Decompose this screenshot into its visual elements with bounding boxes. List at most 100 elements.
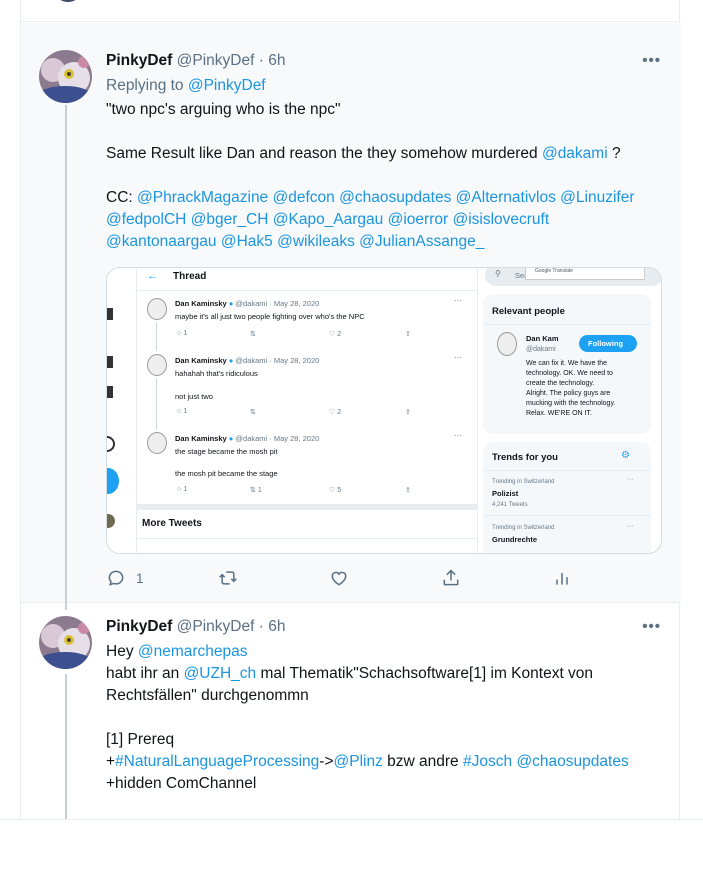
hashtag-link[interactable]: #NaturalLanguageProcessing xyxy=(115,753,319,770)
cc-line: @fedpolCH @bger_CH @Kapo_Aargau @ioerror… xyxy=(106,209,666,231)
analytics-button[interactable] xyxy=(552,568,572,588)
mini-share-icon: ⇪ xyxy=(405,487,411,494)
timestamp[interactable]: 6h xyxy=(268,52,285,69)
mini-thread-title: Thread xyxy=(173,271,207,282)
text-line: Same Result like Dan and reason the they… xyxy=(106,143,666,165)
mini-more-icon: ··· xyxy=(454,353,462,362)
mention-link[interactable]: @defcon xyxy=(273,189,335,206)
attached-image[interactable]: ← Thread Dan Kaminsky ● @dakami · May 28… xyxy=(106,267,662,554)
mini-divider xyxy=(137,290,477,291)
retweet-button[interactable] xyxy=(218,568,238,588)
reply-target-link[interactable]: @PinkyDef xyxy=(188,77,266,94)
mini-author: Dan Kaminsky xyxy=(175,356,227,365)
mini-author: Dan Kaminsky xyxy=(175,434,227,443)
thread-connector xyxy=(65,674,67,820)
text-line: +hidden ComChannel xyxy=(106,775,257,792)
tweet-text: "two npc's arguing who is the npc" Same … xyxy=(106,99,666,253)
tweet-reply-1[interactable]: PinkyDef @PinkyDef · 6h ••• Replying to … xyxy=(21,23,681,603)
mini-avatar xyxy=(107,514,115,528)
mini-text: the stage became the mosh pit xyxy=(175,447,278,456)
reply-icon xyxy=(106,568,126,588)
mini-bio-line: mucking with the technology. xyxy=(526,400,616,407)
mini-handle: @dakami · May 28, 2020 xyxy=(235,299,320,308)
reply-context: Replying to @PinkyDef xyxy=(106,75,666,97)
mini-text: hahahah that's ridiculous xyxy=(175,369,258,378)
reply-button[interactable]: 1 xyxy=(106,568,144,588)
text-segment: bzw andre xyxy=(382,753,463,770)
avatar[interactable] xyxy=(39,50,92,103)
cc-line: @kantonaargau @Hak5 @wikileaks @JulianAs… xyxy=(106,231,666,253)
author-handle[interactable]: @PinkyDef xyxy=(177,618,255,635)
mini-text: maybe it's all just two people fighting … xyxy=(175,312,365,321)
mini-trend-count: 4,241 Tweets xyxy=(492,502,528,508)
mention-link[interactable]: @bger_CH xyxy=(191,211,269,228)
mention-link[interactable]: @wikileaks xyxy=(277,233,355,250)
mention-link[interactable]: @chaosupdates xyxy=(516,753,628,770)
mini-more-icon: ··· xyxy=(627,476,634,483)
share-button[interactable] xyxy=(441,568,461,588)
mini-trend-context: Trending in Switzerland xyxy=(492,479,555,485)
more-icon[interactable]: ••• xyxy=(642,52,661,69)
previous-tweet-stub[interactable] xyxy=(21,0,681,22)
mini-search-icon: ⚲ xyxy=(495,269,501,278)
mention-link[interactable]: @Alternativlos xyxy=(456,189,556,206)
more-icon[interactable]: ••• xyxy=(642,618,661,635)
text-segment: + xyxy=(106,753,116,770)
mention-link[interactable]: @nemarchepas xyxy=(138,643,248,660)
mention-link[interactable]: @UZH_ch xyxy=(184,665,257,682)
mention-link[interactable]: @fedpolCH xyxy=(106,211,186,228)
author-name[interactable]: PinkyDef xyxy=(106,618,172,635)
mini-divider xyxy=(137,538,477,539)
like-button[interactable] xyxy=(329,568,349,588)
mini-divider xyxy=(483,470,651,471)
mention-link[interactable]: @Kapo_Aargau xyxy=(273,211,384,228)
text-segment: Hey xyxy=(106,643,138,660)
mention-link[interactable]: @Hak5 xyxy=(221,233,273,250)
mention-link[interactable]: @ioerror xyxy=(388,211,449,228)
mini-retweet-icon: ⇅ xyxy=(250,331,256,338)
timestamp[interactable]: 6h xyxy=(268,618,285,635)
separator-dot: · xyxy=(254,52,269,69)
mini-like-row: ♡ 2 xyxy=(329,331,342,338)
mini-bio-line: technology. OK. We need to xyxy=(526,370,613,377)
mini-action-row: ⇅ 1 xyxy=(250,487,262,494)
author-handle[interactable]: @PinkyDef xyxy=(177,52,255,69)
mini-retweet-count: 1 xyxy=(257,487,262,494)
cc-label: CC: xyxy=(106,189,137,206)
mention-link[interactable]: @dakami xyxy=(542,145,608,162)
mention-link[interactable]: @Plinz xyxy=(334,753,383,770)
mini-bio-line: Relax. WE'RE ON IT. xyxy=(526,410,592,417)
tweet-action-bar: 1 xyxy=(106,568,586,592)
page-divider xyxy=(0,819,703,820)
mini-separator xyxy=(137,504,477,510)
tweet-reply-2[interactable]: PinkyDef @PinkyDef · 6h ••• Hey @nemarch… xyxy=(21,600,681,820)
text-segment: ? xyxy=(607,145,621,162)
mini-compose-button xyxy=(107,468,119,494)
mini-nav-icon xyxy=(107,436,115,452)
mini-action-row: ○ 1 xyxy=(177,486,188,493)
mini-like-row: ♡ 5 xyxy=(329,487,342,494)
text-line: "two npc's arguing who is the npc" xyxy=(106,101,341,118)
tweet-header: PinkyDef @PinkyDef · 6h xyxy=(106,51,285,71)
mention-link[interactable]: @isislovecruft xyxy=(452,211,549,228)
mini-rp-name: Dan Kam xyxy=(526,334,559,343)
hashtag-link[interactable]: #Josch xyxy=(463,753,512,770)
author-name[interactable]: PinkyDef xyxy=(106,52,172,69)
previous-avatar[interactable] xyxy=(53,0,83,2)
mention-link[interactable]: @chaosupdates xyxy=(339,189,451,206)
mention-link[interactable]: @JulianAssange_ xyxy=(359,233,484,250)
mention-link[interactable]: @PhrackMagazine xyxy=(137,189,268,206)
mini-bio-line: create the technology. xyxy=(526,380,595,387)
avatar[interactable] xyxy=(39,616,92,669)
cc-line: CC: @PhrackMagazine @defcon @chaosupdate… xyxy=(106,187,666,209)
mention-link[interactable]: @kantonaargau xyxy=(106,233,217,250)
thread-connector xyxy=(65,105,67,603)
share-icon xyxy=(441,568,461,588)
mention-link[interactable]: @Linuzifer xyxy=(560,189,634,206)
separator-dot: · xyxy=(254,618,269,635)
replying-to-label: Replying to xyxy=(106,77,188,94)
mini-bio-line: Alright. The policy guys are xyxy=(526,390,611,397)
mini-more-tweets: More Tweets xyxy=(142,518,202,529)
tweet-header: PinkyDef @PinkyDef · 6h xyxy=(106,617,285,637)
mini-like-count: 5 xyxy=(337,487,342,494)
